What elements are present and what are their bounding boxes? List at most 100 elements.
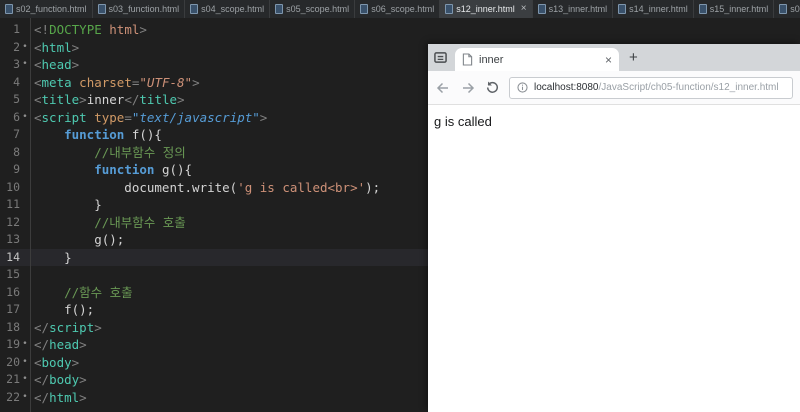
line-number: 15 xyxy=(6,267,20,281)
code-text: } xyxy=(34,197,102,212)
line-marker: • xyxy=(22,41,28,52)
code-text: </html> xyxy=(34,389,87,405)
tab-list-icon xyxy=(434,52,447,63)
line-marker xyxy=(20,74,30,92)
file-icon xyxy=(97,4,106,14)
line-number: 7 xyxy=(13,127,20,141)
line-number: 4 xyxy=(13,74,20,89)
line-marker: • xyxy=(22,59,28,69)
editor-tab-close-icon[interactable]: × xyxy=(521,4,527,14)
url-host: localhost:8080 xyxy=(534,82,599,93)
code-text: f(); xyxy=(34,302,95,317)
line-marker xyxy=(20,319,30,337)
browser-tab-close-icon[interactable]: × xyxy=(605,54,612,66)
line-number: 10 xyxy=(6,179,20,194)
page-text: g is called xyxy=(434,114,492,129)
editor-tab[interactable]: s14_inner.html xyxy=(613,0,694,18)
line-number: 20 xyxy=(6,354,20,369)
back-icon xyxy=(436,82,448,93)
line-marker: • xyxy=(22,391,28,402)
editor-tab[interactable]: s06_scope.html xyxy=(355,0,441,18)
forward-icon xyxy=(463,82,475,93)
gutter-separator xyxy=(30,18,31,412)
line-marker xyxy=(20,301,30,319)
line-marker xyxy=(20,284,30,302)
line-marker: • xyxy=(22,111,28,122)
editor-tab-label: s15_inner.html xyxy=(709,4,769,14)
line-number: 11 xyxy=(6,197,20,211)
line-marker xyxy=(20,21,30,39)
browser-tab-title: inner xyxy=(479,53,504,66)
file-icon xyxy=(445,4,454,14)
code-text: </body> xyxy=(34,372,87,387)
page-icon xyxy=(462,53,473,66)
line-marker xyxy=(20,179,30,197)
file-icon xyxy=(360,4,369,14)
refresh-button[interactable] xyxy=(485,80,500,95)
code-text: //내부함수 호출 xyxy=(94,214,186,230)
address-bar[interactable]: localhost:8080/JavaScript/ch05-function/… xyxy=(509,76,793,99)
file-icon xyxy=(618,4,627,14)
code-text: } xyxy=(34,249,72,265)
code-text: </script> xyxy=(34,319,102,335)
code-line[interactable]: 1 <!DOCTYPE html> xyxy=(0,21,800,39)
line-number: 19 xyxy=(6,337,20,351)
editor-tab[interactable]: s04_scope.html xyxy=(185,0,271,18)
editor-tab[interactable]: s02_function.html xyxy=(0,0,93,18)
line-number: 17 xyxy=(6,302,20,316)
editor-tab[interactable]: s05_scope.html xyxy=(270,0,356,18)
browser-toolbar: localhost:8080/JavaScript/ch05-function/… xyxy=(428,71,800,105)
file-icon xyxy=(5,4,13,14)
line-number: 3 xyxy=(13,57,20,71)
line-marker xyxy=(20,266,30,284)
code-text: <meta charset="UTF-8"> xyxy=(34,74,200,90)
editor-tab-label: s14_inner.html xyxy=(629,4,688,14)
editor-tab[interactable]: s01_isFinite.html xyxy=(774,0,800,18)
line-marker xyxy=(20,91,30,109)
code-text: <title>inner</title> xyxy=(34,92,185,107)
line-marker xyxy=(20,161,30,179)
editor-tab-label: s12_inner.html xyxy=(456,4,515,14)
file-icon xyxy=(779,4,788,14)
editor-tab[interactable]: s03_function.html xyxy=(93,0,186,18)
back-button[interactable] xyxy=(435,80,451,96)
editor-tab-label: s01_isFinite.html xyxy=(790,4,800,14)
code-text: g(); xyxy=(34,232,125,247)
browser-tab[interactable]: inner × xyxy=(455,48,619,71)
code-text: //함수 호출 xyxy=(64,284,133,300)
file-icon xyxy=(537,4,546,14)
editor-tab-label: s03_function.html xyxy=(108,4,180,14)
editor-tab-label: s06_scope.html xyxy=(371,4,435,14)
file-icon xyxy=(275,4,284,14)
code-text: <!DOCTYPE html> xyxy=(34,22,147,37)
line-marker xyxy=(20,231,30,249)
line-number: 22 xyxy=(6,389,20,404)
url-text: localhost:8080/JavaScript/ch05-function/… xyxy=(534,82,779,93)
tab-list-button[interactable] xyxy=(434,51,447,64)
code-text: //내부함수 정의 xyxy=(94,144,186,160)
line-marker: • xyxy=(22,356,28,367)
line-number: 21 xyxy=(6,372,20,386)
url-path: /JavaScript/ch05-function/s12_inner.html xyxy=(598,82,779,93)
line-marker xyxy=(20,196,30,214)
browser-window: inner × + localhost:8080/JavaScript/ch05… xyxy=(428,44,800,412)
editor-tab[interactable]: s15_inner.html xyxy=(694,0,775,18)
editor-tab[interactable]: s13_inner.html xyxy=(533,0,614,18)
line-number: 12 xyxy=(6,214,20,229)
line-number: 16 xyxy=(6,284,20,299)
code-text: function g(){ xyxy=(94,162,193,177)
line-number: 5 xyxy=(13,92,20,106)
forward-button[interactable] xyxy=(460,80,476,96)
new-tab-button[interactable]: + xyxy=(629,50,638,65)
info-icon xyxy=(517,82,528,93)
line-marker xyxy=(20,214,30,232)
code-text: </head> xyxy=(34,337,87,352)
line-marker: • xyxy=(22,374,28,384)
browser-tab-strip: inner × + xyxy=(428,44,800,71)
editor-tab[interactable]: s12_inner.html × xyxy=(440,0,533,18)
line-number: 6 xyxy=(13,109,20,124)
line-marker xyxy=(20,144,30,162)
line-number: 14 xyxy=(6,249,20,264)
line-number: 9 xyxy=(13,162,20,176)
file-icon xyxy=(190,4,199,14)
